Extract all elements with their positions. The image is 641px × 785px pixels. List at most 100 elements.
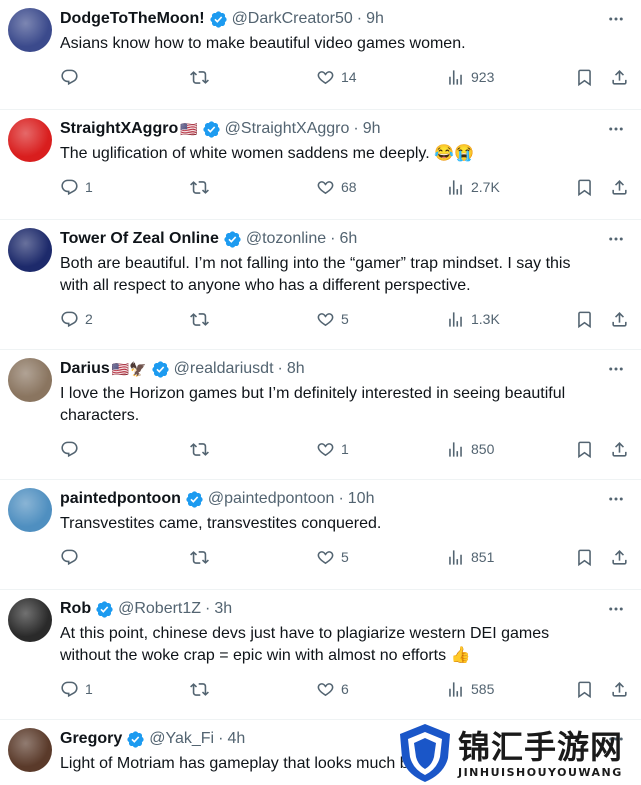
timestamp[interactable]: 4h bbox=[227, 730, 245, 748]
repost-button[interactable] bbox=[190, 176, 215, 198]
tweet[interactable]: StraightXAggro 🇺🇸 @StraightXAggro · 9h The ug… bbox=[0, 110, 641, 220]
views-button[interactable]: 851 bbox=[446, 546, 494, 568]
verified-badge-icon bbox=[96, 600, 113, 618]
share-button[interactable] bbox=[610, 546, 629, 568]
user-handle[interactable]: @Yak_Fi bbox=[149, 730, 214, 748]
like-button[interactable]: 14 bbox=[316, 66, 357, 88]
reply-button[interactable] bbox=[60, 438, 85, 460]
like-icon bbox=[317, 180, 334, 194]
tweet-emoji: 👍 bbox=[450, 647, 471, 664]
views-button[interactable]: 1.3K bbox=[446, 308, 500, 330]
repost-button[interactable] bbox=[190, 546, 215, 568]
timestamp[interactable]: 3h bbox=[214, 600, 232, 618]
bookmark-button[interactable] bbox=[575, 176, 594, 198]
views-button[interactable]: 923 bbox=[446, 66, 494, 88]
repost-button[interactable] bbox=[190, 308, 215, 330]
timestamp[interactable]: 8h bbox=[287, 360, 305, 378]
like-icon bbox=[317, 442, 334, 456]
like-button[interactable]: 1 bbox=[316, 438, 349, 460]
display-name[interactable]: paintedpontoon bbox=[60, 490, 181, 508]
repost-button[interactable] bbox=[190, 438, 215, 460]
tweet[interactable]: paintedpontoon @paintedpontoon · 10h Transve… bbox=[0, 480, 641, 590]
like-button[interactable]: 6 bbox=[316, 678, 349, 700]
share-button[interactable] bbox=[610, 308, 629, 330]
bookmark-icon bbox=[578, 681, 591, 698]
avatar[interactable] bbox=[8, 8, 52, 52]
share-button[interactable] bbox=[610, 678, 629, 700]
bookmark-button[interactable] bbox=[575, 546, 594, 568]
more-icon[interactable] bbox=[607, 490, 625, 508]
avatar[interactable] bbox=[8, 358, 52, 402]
more-icon[interactable] bbox=[607, 360, 625, 378]
avatar[interactable] bbox=[8, 118, 52, 162]
action-bar: 14 923 bbox=[60, 66, 635, 88]
share-button[interactable] bbox=[610, 66, 629, 88]
display-name[interactable]: DodgeToTheMoon! bbox=[60, 10, 205, 28]
bookmark-button[interactable] bbox=[575, 678, 594, 700]
avatar[interactable] bbox=[8, 488, 52, 532]
reply-button[interactable]: 2 bbox=[60, 308, 93, 330]
display-name[interactable]: Rob bbox=[60, 600, 91, 618]
bookmark-button[interactable] bbox=[575, 438, 594, 460]
bookmark-button[interactable] bbox=[575, 66, 594, 88]
separator-dot: · bbox=[353, 120, 359, 137]
tweet[interactable]: Rob @Robert1Z · 3h At this point, chinese de… bbox=[0, 590, 641, 720]
more-icon[interactable] bbox=[607, 230, 625, 248]
user-handle[interactable]: @DarkCreator50 bbox=[232, 10, 353, 28]
timestamp[interactable]: 9h bbox=[366, 10, 384, 28]
like-button[interactable]: 5 bbox=[316, 308, 349, 330]
avatar[interactable] bbox=[8, 598, 52, 642]
share-button[interactable] bbox=[610, 176, 629, 198]
user-handle[interactable]: @StraightXAggro bbox=[225, 120, 350, 138]
repost-button[interactable] bbox=[190, 678, 215, 700]
view-count: 851 bbox=[471, 549, 495, 565]
user-handle[interactable]: @Robert1Z bbox=[118, 600, 201, 618]
display-name[interactable]: Gregory bbox=[60, 730, 122, 748]
tweet-text-line: Light of Motriam has gameplay that looks… bbox=[60, 755, 441, 772]
display-name[interactable]: Darius bbox=[60, 360, 110, 378]
tweet-text-line: I love the Horizon games but I’m definit… bbox=[60, 385, 566, 402]
share-icon bbox=[612, 179, 627, 195]
view-count: 585 bbox=[471, 681, 495, 697]
reply-button[interactable]: 1 bbox=[60, 678, 93, 700]
bookmark-button[interactable] bbox=[575, 308, 594, 330]
tweet[interactable]: DodgeToTheMoon! @DarkCreator50 · 9h Asians k… bbox=[0, 0, 641, 110]
like-button[interactable]: 68 bbox=[316, 176, 357, 198]
more-icon[interactable] bbox=[607, 120, 625, 138]
reply-button[interactable] bbox=[60, 66, 85, 88]
views-button[interactable]: 2.7K bbox=[446, 176, 500, 198]
views-icon bbox=[449, 549, 462, 565]
like-count: 5 bbox=[341, 311, 349, 327]
timestamp[interactable]: 6h bbox=[339, 230, 357, 248]
tweet[interactable]: Darius 🇺🇸🦅 @realdariusdt · 8h I love the Hori… bbox=[0, 350, 641, 480]
like-button[interactable]: 5 bbox=[316, 546, 349, 568]
avatar[interactable] bbox=[8, 228, 52, 272]
like-icon bbox=[317, 70, 334, 84]
avatar[interactable] bbox=[8, 728, 52, 772]
tweet-header: paintedpontoon @paintedpontoon · 10h bbox=[60, 488, 374, 510]
timestamp[interactable]: 9h bbox=[363, 120, 381, 138]
repost-button[interactable] bbox=[190, 66, 215, 88]
share-icon bbox=[612, 311, 627, 327]
timestamp[interactable]: 10h bbox=[348, 490, 375, 508]
reply-button[interactable]: 1 bbox=[60, 176, 93, 198]
display-name[interactable]: StraightXAggro bbox=[60, 120, 178, 138]
share-button[interactable] bbox=[610, 438, 629, 460]
views-button[interactable]: 850 bbox=[446, 438, 494, 460]
display-name[interactable]: Tower Of Zeal Online bbox=[60, 230, 219, 248]
user-handle[interactable]: @paintedpontoon bbox=[208, 490, 335, 508]
separator-dot: · bbox=[205, 600, 211, 617]
tweet-text: I love the Horizon games but I’m definit… bbox=[60, 383, 620, 427]
more-icon[interactable] bbox=[607, 600, 625, 618]
reply-button[interactable] bbox=[60, 546, 85, 568]
user-handle[interactable]: @tozonline bbox=[246, 230, 326, 248]
tweet-text-line: characters. bbox=[60, 407, 140, 424]
views-button[interactable]: 585 bbox=[446, 678, 494, 700]
tweet[interactable]: Tower Of Zeal Online @tozonline · 6h Both ar… bbox=[0, 220, 641, 350]
views-icon bbox=[449, 179, 462, 195]
share-icon bbox=[612, 681, 627, 697]
tweet-text: Transvestites came, transvestites conque… bbox=[60, 513, 620, 535]
repost-icon bbox=[190, 312, 209, 326]
more-icon[interactable] bbox=[607, 10, 625, 28]
user-handle[interactable]: @realdariusdt bbox=[174, 360, 274, 378]
